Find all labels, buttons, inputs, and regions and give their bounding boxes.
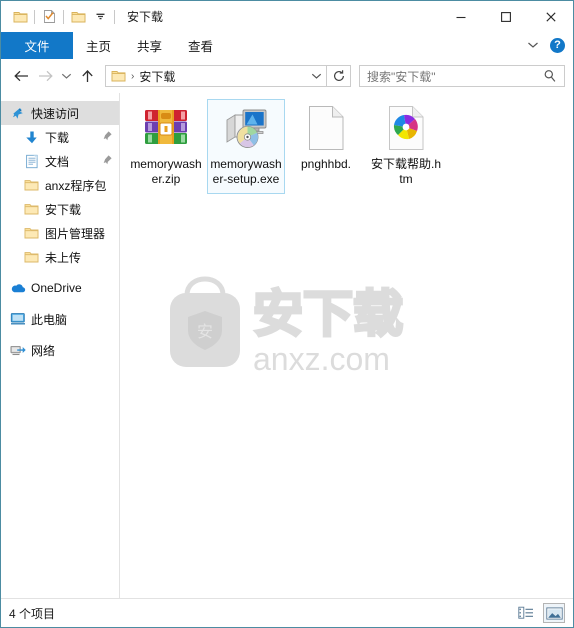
refresh-button[interactable] [327,65,351,87]
sidebar-item-documents[interactable]: 文档 [1,149,119,173]
minimize-button[interactable] [438,1,483,32]
watermark-site-text: anxz.com [253,341,390,377]
sidebar-item-label: 文档 [45,154,70,169]
blank-document-icon [302,104,350,152]
file-item-memorywasher-zip[interactable]: memorywasher.zip [127,99,205,194]
title-bar: 安下载 [1,1,573,32]
back-button[interactable] [9,64,33,88]
new-folder-icon[interactable] [67,6,89,28]
installer-setup-icon [222,104,270,152]
file-name: memorywasher.zip [130,157,202,186]
file-list-pane[interactable]: 安 安下载 anxz.com memorywasher.zip memorywa… [120,93,573,598]
customize-toolbar-chevron-down-icon[interactable] [89,6,111,28]
search-placeholder: 搜索"安下载" [367,69,436,84]
toolbar-separator [114,9,115,24]
breadcrumb-chevron-down-icon[interactable] [306,66,326,86]
details-view-button[interactable] [515,603,537,623]
up-button[interactable] [75,64,99,88]
file-item-memorywasher-setup-exe[interactable]: memorywasher-setup.exe [207,99,285,194]
sidebar-item-label: 安下载 [45,202,82,217]
forward-button[interactable] [33,64,57,88]
download-arrow-icon [23,129,40,145]
folder-icon[interactable] [9,6,31,28]
winrar-archive-icon [142,104,190,152]
tab-home[interactable]: 主页 [73,32,124,59]
file-explorer-window: 安下载 文件 主页 共享 查看 ? › 安下载 搜索"安下载" 快速访问 下载 … [0,0,574,628]
navigation-pane: 快速访问 下载 文档 anxz程序包 安下载 图片管理器 未上传 OneDriv… [1,93,120,598]
sidebar-item-label: 下载 [45,130,70,145]
folder-icon [23,177,40,193]
file-item-anxiazai-help-htm[interactable]: 安下载帮助.htm [367,99,445,194]
breadcrumb[interactable]: › 安下载 [105,65,327,87]
ribbon-right-controls: ? [524,32,573,59]
documents-icon [23,153,40,169]
network-icon [9,342,26,358]
sidebar-item-label: 快速访问 [31,106,80,121]
search-icon[interactable] [543,69,564,83]
sidebar-item-quick-access[interactable]: 快速访问 [1,101,119,125]
sidebar-item-label: 此电脑 [31,312,68,327]
onedrive-cloud-icon [9,280,26,296]
sidebar-item-image-manager[interactable]: 图片管理器 [1,221,119,245]
toolbar-separator [63,9,64,24]
sidebar-item-label: 未上传 [45,250,82,265]
file-grid: memorywasher.zip memorywasher-setup.exe … [120,93,573,194]
recent-locations-chevron-down-icon[interactable] [57,64,75,88]
sidebar-item-onedrive[interactable]: OneDrive [1,276,119,300]
collapse-ribbon-chevron-down-icon[interactable] [524,40,542,52]
large-icons-view-button[interactable] [543,603,565,623]
toolbar-separator [34,9,35,24]
sidebar-item-network[interactable]: 网络 [1,338,119,362]
chrome-html-document-icon [382,104,430,152]
sidebar-item-anxiazai[interactable]: 安下载 [1,197,119,221]
address-bar: › 安下载 搜索"安下载" [1,59,573,93]
breadcrumb-separator: › [131,70,135,82]
pin-icon[interactable] [103,152,113,170]
status-bar: 4 个项目 [1,598,573,627]
file-name: pnghhbd. [300,157,352,171]
file-name: 安下载帮助.htm [370,157,441,186]
sidebar-item-this-pc[interactable]: 此电脑 [1,307,119,331]
pin-icon[interactable] [103,128,113,146]
watermark-shield-char: 安 [197,322,213,341]
breadcrumb-current-folder[interactable]: 安下载 [139,68,175,85]
tab-file[interactable]: 文件 [1,32,73,59]
folder-icon [23,249,40,265]
breadcrumb-folder-icon[interactable] [106,69,130,83]
folder-icon [23,201,40,217]
tab-view[interactable]: 查看 [175,32,226,59]
ribbon-tab-bar: 文件 主页 共享 查看 ? [1,32,573,60]
watermark-brand-text: 安下载 [253,285,403,343]
close-button[interactable] [528,1,573,32]
sidebar-item-anxz-package[interactable]: anxz程序包 [1,173,119,197]
sidebar-item-label: 网络 [31,343,56,358]
sidebar-item-label: 图片管理器 [45,226,106,241]
window-controls [438,1,573,32]
sidebar-item-not-uploaded[interactable]: 未上传 [1,245,119,269]
sidebar-item-label: OneDrive [31,281,82,295]
view-mode-buttons [515,603,565,623]
file-name: memorywasher-setup.exe [210,157,282,186]
search-input[interactable]: 搜索"安下载" [359,65,565,87]
explorer-body: 快速访问 下载 文档 anxz程序包 安下载 图片管理器 未上传 OneDriv… [1,93,573,598]
help-icon[interactable]: ? [550,38,565,53]
pin-star-icon [9,105,26,121]
maximize-button[interactable] [483,1,528,32]
folder-icon [23,225,40,241]
tab-share[interactable]: 共享 [124,32,175,59]
sidebar-item-downloads[interactable]: 下载 [1,125,119,149]
window-title: 安下载 [127,10,164,24]
file-item-pnghhbd[interactable]: pnghhbd. [287,99,365,194]
this-pc-icon [9,311,26,327]
properties-icon[interactable] [38,6,60,28]
sidebar-item-label: anxz程序包 [45,178,107,193]
anxz-watermark: 安 安下载 anxz.com [165,275,425,385]
item-count-label: 4 个项目 [9,606,56,621]
quick-access-toolbar [1,6,118,28]
